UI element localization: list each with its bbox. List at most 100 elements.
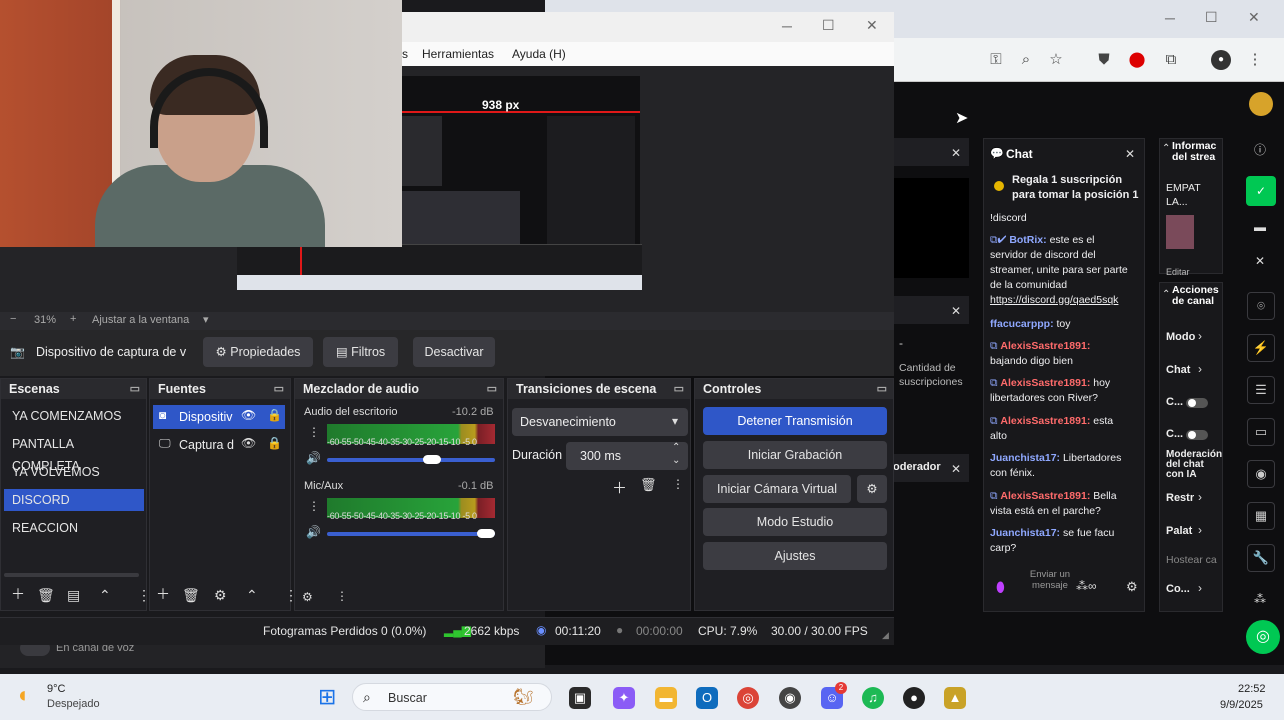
eye-icon[interactable]: 👁	[241, 436, 256, 450]
virtual-camera-button[interactable]: Iniciar Cámara Virtual	[703, 475, 851, 503]
close-icon[interactable]: ✕	[866, 17, 878, 34]
outlook-icon[interactable]: O	[696, 687, 718, 709]
trash-icon[interactable]: 🗑	[640, 477, 657, 493]
minimize-icon[interactable]: ─	[782, 18, 792, 34]
key-icon[interactable]: ⚿	[986, 50, 1006, 70]
close-icon[interactable]: ✕	[951, 462, 961, 476]
minimize-icon[interactable]: ─	[1165, 10, 1175, 26]
close-icon[interactable]: ✕	[1255, 254, 1265, 268]
scrollbar[interactable]	[4, 573, 139, 577]
eye-icon[interactable]: 👁	[241, 408, 256, 422]
trash-icon[interactable]: 🗑	[182, 587, 200, 604]
close-icon[interactable]: ✕	[951, 304, 961, 318]
lightning-icon[interactable]: ⚡	[1247, 334, 1275, 362]
transition-select[interactable]: Desvanecimiento ▾	[512, 408, 688, 436]
chevron-up-icon[interactable]: ⌃	[246, 587, 258, 604]
slider-knob[interactable]	[477, 529, 495, 538]
windows-start-icon[interactable]: ⊞	[318, 684, 336, 710]
avatar[interactable]	[1249, 92, 1273, 116]
spin-up-icon[interactable]: ⌃	[672, 442, 680, 453]
speaker-icon[interactable]: 🔊	[306, 525, 321, 539]
toggle[interactable]	[1186, 430, 1208, 440]
share-icon[interactable]: ⁂	[1254, 592, 1266, 606]
layout-icon[interactable]: ▬	[1254, 220, 1266, 234]
add-icon[interactable]: ＋	[156, 584, 170, 604]
chat-icon[interactable]: ▭	[1247, 418, 1275, 446]
start-recording-button[interactable]: Iniciar Grabación	[703, 441, 887, 469]
bits-icon[interactable]: ⬮	[996, 579, 1005, 596]
add-icon[interactable]: ＋	[11, 584, 25, 604]
wrench-icon[interactable]: 🔧	[1247, 544, 1275, 572]
scene-item[interactable]: YA COMENZAMOS	[4, 405, 144, 427]
weather-icon[interactable]: ◐	[18, 682, 31, 708]
grid-icon[interactable]: ▦	[1247, 502, 1275, 530]
chat-input[interactable]: Enviar un mensaje	[1020, 569, 1080, 591]
volume-slider[interactable]	[327, 455, 495, 464]
scene-item[interactable]: YA VOLVEMOS	[4, 461, 144, 483]
edit-link[interactable]: Editar	[1166, 267, 1190, 277]
obs-icon[interactable]: ◉	[779, 687, 801, 709]
app-icon[interactable]: ▲	[944, 687, 966, 709]
properties-button[interactable]: ⚙ Propiedades	[203, 337, 313, 367]
gear-icon[interactable]: ⚙	[857, 475, 887, 503]
more-icon[interactable]: ⋮	[308, 425, 320, 439]
settings-icon[interactable]: ⚙	[1126, 579, 1138, 595]
scene-item-selected[interactable]: DISCORD	[4, 489, 144, 511]
extensions-icon[interactable]: ⧉	[1161, 50, 1181, 70]
capture-icon[interactable]: ⌾	[1247, 292, 1275, 320]
scene-item[interactable]: REACCION	[4, 517, 144, 539]
clock-date[interactable]: 9/9/2025	[1220, 699, 1263, 711]
mixer-settings-icon[interactable]: ⚙	[302, 590, 313, 604]
points-icon[interactable]: ⁂∞	[1076, 579, 1097, 593]
zoom-out-button[interactable]: −	[10, 313, 16, 325]
action-item[interactable]: Chat	[1166, 364, 1190, 376]
action-item[interactable]: Moderación del chat con IA	[1166, 450, 1222, 480]
filter-icon[interactable]: ▤	[67, 587, 80, 604]
close-icon[interactable]: ✕	[1248, 9, 1260, 26]
speaker-icon[interactable]: 🔊	[306, 451, 321, 465]
slider-knob[interactable]	[423, 455, 441, 464]
check-icon[interactable]: ✓	[1246, 176, 1276, 206]
spotify-icon[interactable]: ♫	[862, 687, 884, 709]
clock-time[interactable]: 22:52	[1238, 683, 1266, 695]
studio-mode-button[interactable]: Modo Estudio	[703, 508, 887, 536]
trash-icon[interactable]: 🗑	[37, 587, 55, 604]
chevron-down-icon[interactable]: ▾	[203, 313, 209, 326]
volume-slider[interactable]	[327, 529, 495, 538]
weather-temp[interactable]: 9°C	[47, 683, 65, 695]
zoom-in-button[interactable]: +	[70, 313, 76, 325]
action-item[interactable]: Modo	[1166, 331, 1195, 343]
filters-button[interactable]: ▤ Filtros	[323, 337, 398, 367]
broadcast-icon[interactable]: ◉	[1247, 460, 1275, 488]
close-icon[interactable]: ✕	[951, 146, 961, 160]
action-item[interactable]: C...	[1166, 396, 1183, 408]
action-item[interactable]: Co...	[1166, 583, 1190, 595]
gear-icon[interactable]: ⚙	[214, 587, 227, 604]
scene-item[interactable]: PANTALLA COMPLETA	[4, 433, 144, 473]
menu-dots-icon[interactable]: ⋮	[1245, 50, 1265, 70]
info-icon[interactable]: ⓘ	[1254, 141, 1266, 158]
duration-input[interactable]: 300 ms ⌃ ⌄	[566, 442, 688, 470]
source-item-selected[interactable]: ◙ Dispositiv 👁 🔒	[153, 405, 285, 429]
star-icon[interactable]: ☆	[1046, 50, 1066, 70]
action-item[interactable]: Hostear ca	[1166, 554, 1217, 566]
shield-icon[interactable]: ⛊	[1094, 50, 1114, 70]
copilot-icon[interactable]: ✦	[613, 687, 635, 709]
menu-help[interactable]: Ayuda (H)	[512, 47, 566, 61]
taskbar-search[interactable]: ⌕ Buscar 🐿	[352, 683, 552, 711]
stop-streaming-button[interactable]: Detener Transmisión	[703, 407, 887, 435]
opera-icon[interactable]: ⬤	[1127, 50, 1147, 70]
settings-button[interactable]: Ajustes	[703, 542, 887, 570]
app-icon[interactable]: ●	[903, 687, 925, 709]
more-icon[interactable]: ⋮	[308, 499, 320, 513]
menu-tools[interactable]: Herramientas	[422, 47, 494, 61]
weather-desc[interactable]: Despejado	[47, 698, 100, 710]
add-icon[interactable]: ＋	[612, 477, 627, 498]
action-item[interactable]: Restr	[1166, 492, 1194, 504]
lock-icon[interactable]: 🔒	[267, 436, 282, 450]
chevron-up-icon[interactable]: ⌃	[99, 587, 111, 604]
toggle[interactable]	[1186, 398, 1208, 408]
resize-grip-icon[interactable]: ◢	[882, 630, 889, 641]
file-explorer-icon[interactable]: ▬	[655, 687, 677, 709]
action-item[interactable]: Palat	[1166, 525, 1192, 537]
